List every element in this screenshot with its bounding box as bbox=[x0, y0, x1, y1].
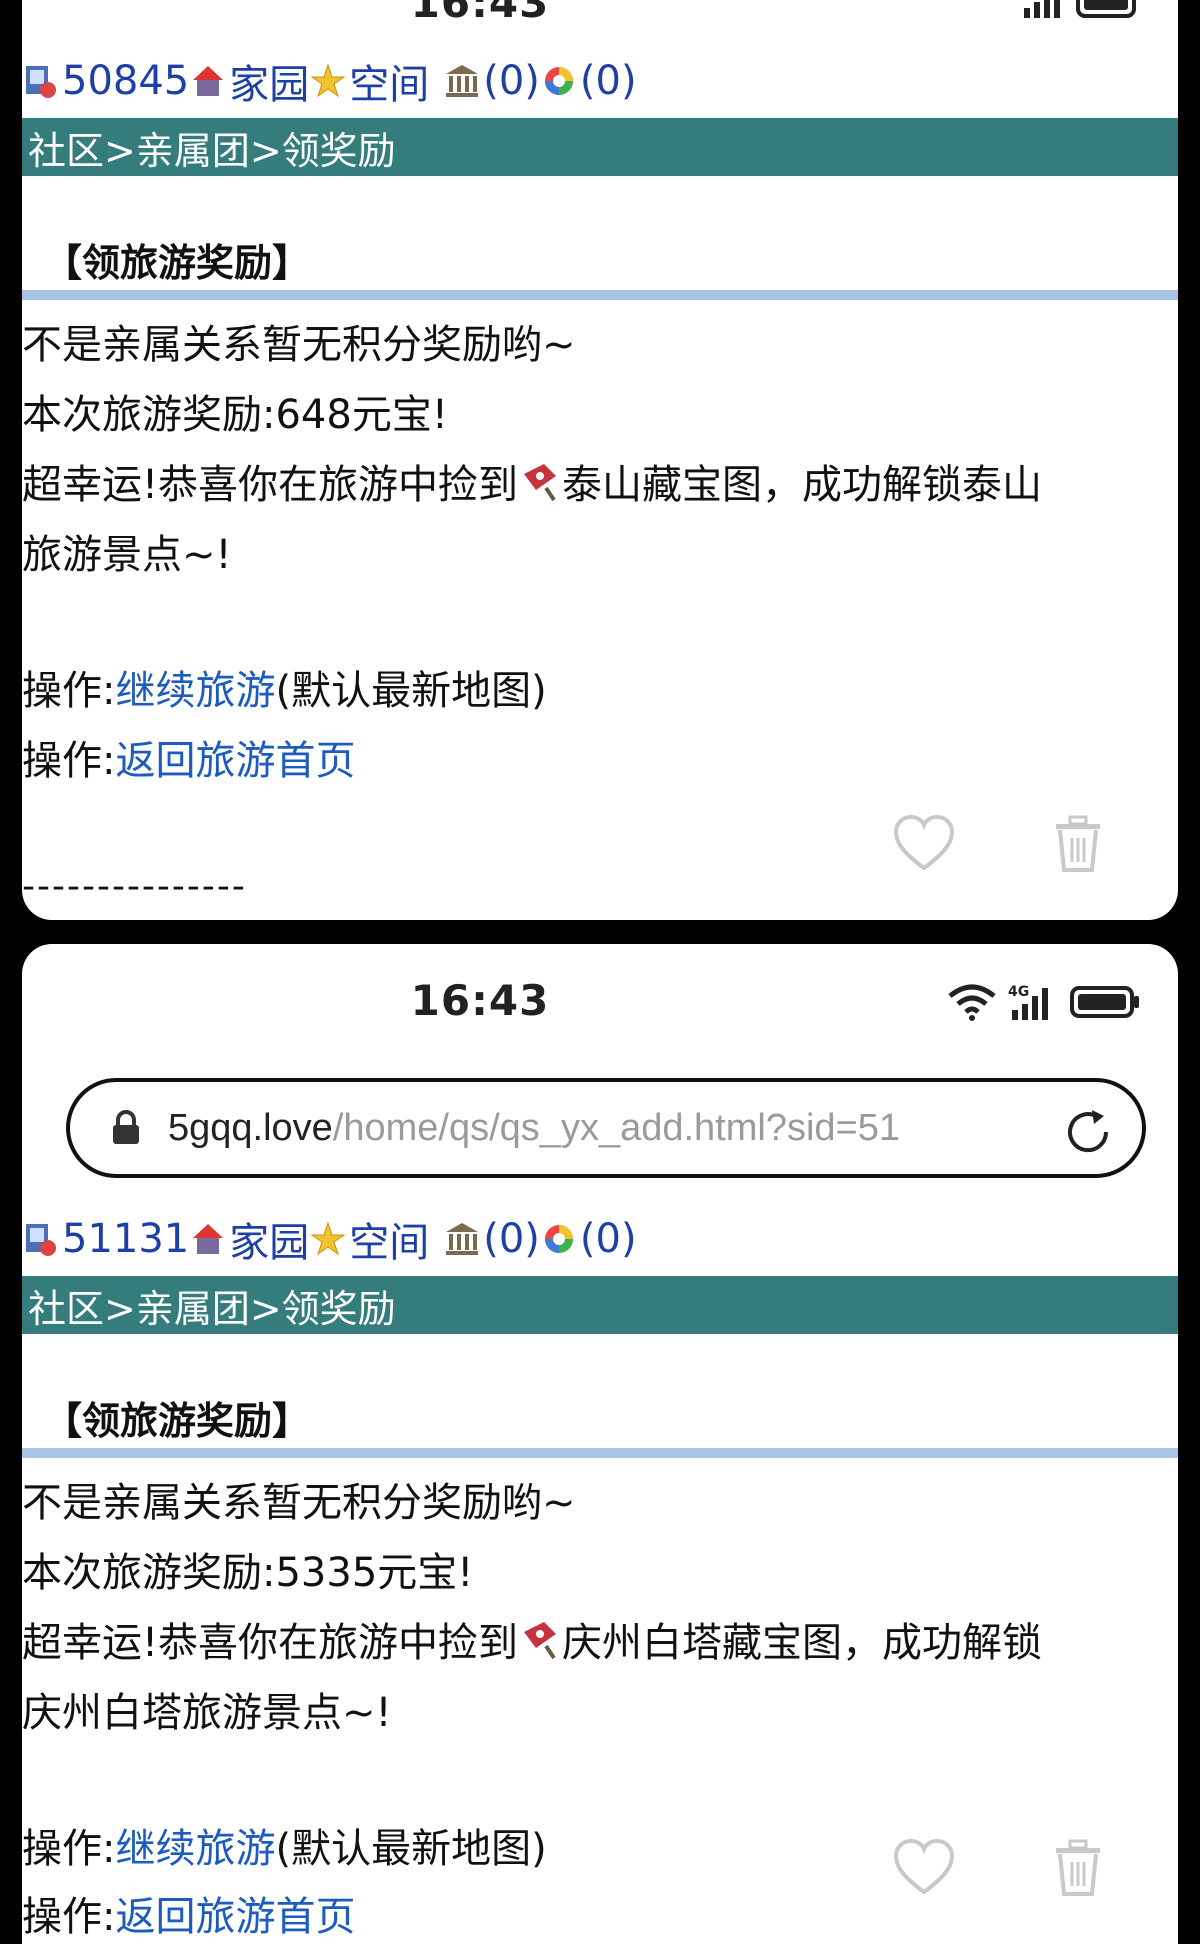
status-time: 16:43 bbox=[410, 0, 550, 27]
battery-icon bbox=[1076, 0, 1136, 18]
status-bar: 16:43 4G bbox=[22, 944, 1178, 1025]
continue-travel-link[interactable]: 继续旅游 bbox=[115, 1826, 275, 1872]
lucky-text-line1: 超幸运!恭喜你在旅游中捡到 庆州白塔藏宝图，成功解锁 bbox=[22, 1610, 1178, 1668]
home-icon bbox=[193, 1224, 224, 1254]
lock-icon bbox=[106, 1108, 146, 1148]
lucky-prefix: 超幸运!恭喜你在旅游中捡到 bbox=[22, 1620, 519, 1666]
lucky-suffix: 泰山藏宝图，成功解锁泰山 bbox=[562, 462, 1043, 508]
return-travel-home-link[interactable]: 返回旅游首页 bbox=[115, 738, 355, 784]
home-link[interactable]: 家园 bbox=[229, 52, 309, 110]
continue-travel-link[interactable]: 继续旅游 bbox=[115, 668, 275, 714]
color-wheel-icon bbox=[544, 1225, 573, 1253]
signal-icon: 4G bbox=[1008, 984, 1048, 1020]
user-header: 51131 家园 空间 (0) (0) bbox=[22, 1212, 637, 1266]
status-icons bbox=[1022, 0, 1142, 20]
color-wheel-icon bbox=[544, 67, 573, 95]
star-icon bbox=[310, 1221, 346, 1256]
action-prefix: 操作: bbox=[22, 668, 116, 714]
action-return: 操作:返回旅游首页 bbox=[22, 1884, 1178, 1942]
lucky-text-line2: 旅游景点~! bbox=[22, 532, 232, 578]
phone-icon bbox=[26, 66, 56, 98]
trash-icon[interactable] bbox=[1046, 812, 1110, 876]
url-path: /home/qs/qs_yx_add.html?sid=51 bbox=[332, 1106, 900, 1149]
wifi-icon bbox=[948, 984, 996, 1021]
heart-icon[interactable] bbox=[892, 1836, 956, 1900]
divider bbox=[22, 290, 1178, 300]
user-id-link[interactable]: 50845 bbox=[62, 58, 189, 104]
space-link[interactable]: 空间 bbox=[349, 1210, 429, 1268]
no-relation-text: 不是亲属关系暂无积分奖励哟~ bbox=[22, 322, 576, 368]
bank-count-link[interactable]: (0) bbox=[483, 58, 540, 104]
color-count-link[interactable]: (0) bbox=[580, 1216, 637, 1262]
action-continue: 操作:继续旅游(默认最新地图) bbox=[22, 1816, 1178, 1874]
reward-text: 本次旅游奖励:648元宝! bbox=[22, 392, 448, 438]
home-icon bbox=[193, 66, 224, 96]
phone-icon bbox=[26, 1224, 56, 1256]
user-id-link[interactable]: 51131 bbox=[62, 1216, 189, 1262]
bank-icon bbox=[446, 1223, 479, 1255]
home-link[interactable]: 家园 bbox=[229, 1210, 309, 1268]
lucky-suffix: 庆州白塔藏宝图，成功解锁 bbox=[562, 1620, 1043, 1666]
status-bar: 16:43 bbox=[22, 0, 1178, 40]
treasure-map-icon bbox=[524, 464, 557, 502]
action-return: 操作:返回旅游首页 bbox=[22, 728, 1178, 786]
space-link[interactable]: 空间 bbox=[349, 52, 429, 110]
treasure-map-icon bbox=[524, 1622, 557, 1660]
url-text[interactable]: 5gqq.love/home/qs/qs_yx_add.html?sid=51 bbox=[168, 1107, 998, 1150]
lucky-text-line1: 超幸运!恭喜你在旅游中捡到 泰山藏宝图，成功解锁泰山 bbox=[22, 452, 1178, 510]
action-prefix: 操作: bbox=[22, 738, 116, 784]
status-icons: 4G bbox=[946, 982, 1142, 1022]
url-domain: 5gqq.love bbox=[168, 1106, 333, 1149]
svg-text:4G: 4G bbox=[1008, 984, 1029, 1000]
continue-note: (默认最新地图) bbox=[275, 1826, 547, 1872]
return-travel-home-link[interactable]: 返回旅游首页 bbox=[115, 1894, 355, 1940]
lucky-prefix: 超幸运!恭喜你在旅游中捡到 bbox=[22, 462, 519, 508]
divider bbox=[22, 1448, 1178, 1458]
action-prefix: 操作: bbox=[22, 1826, 116, 1872]
screenshot-card-2: 16:43 4G 5gqq.love/home/qs/qs_yx_add.htm… bbox=[22, 944, 1178, 1944]
reload-icon[interactable] bbox=[1062, 1106, 1114, 1158]
action-prefix: 操作: bbox=[22, 1894, 116, 1940]
breadcrumb: 社区>亲属团>领奖励 bbox=[22, 1276, 1178, 1334]
action-continue: 操作:继续旅游(默认最新地图) bbox=[22, 658, 1178, 716]
section-title: 【领旅游奖励】 bbox=[44, 241, 311, 285]
signal-icon bbox=[1024, 0, 1060, 18]
no-relation-text: 不是亲属关系暂无积分奖励哟~ bbox=[22, 1480, 576, 1526]
breadcrumb: 社区>亲属团>领奖励 bbox=[22, 118, 1178, 176]
reward-text: 本次旅游奖励:5335元宝! bbox=[22, 1550, 474, 1596]
bank-icon bbox=[446, 65, 479, 97]
continue-note: (默认最新地图) bbox=[275, 668, 547, 714]
heart-icon[interactable] bbox=[892, 812, 956, 876]
section-title: 【领旅游奖励】 bbox=[44, 1399, 311, 1443]
bank-count-link[interactable]: (0) bbox=[483, 1216, 540, 1262]
screenshot-card-1: 16:43 50845 家园 空间 (0) (0) 社区>亲属团>领奖励 【领旅… bbox=[22, 0, 1178, 920]
color-count-link[interactable]: (0) bbox=[580, 58, 637, 104]
user-header: 50845 家园 空间 (0) (0) bbox=[22, 54, 637, 108]
separator: --------------- bbox=[22, 866, 247, 907]
address-bar[interactable]: 5gqq.love/home/qs/qs_yx_add.html?sid=51 bbox=[66, 1078, 1146, 1178]
star-icon bbox=[310, 63, 346, 98]
status-time: 16:43 bbox=[410, 976, 550, 1025]
lucky-text-line2: 庆州白塔旅游景点~! bbox=[22, 1690, 392, 1736]
battery-icon bbox=[1070, 986, 1139, 1018]
trash-icon[interactable] bbox=[1046, 1836, 1110, 1900]
